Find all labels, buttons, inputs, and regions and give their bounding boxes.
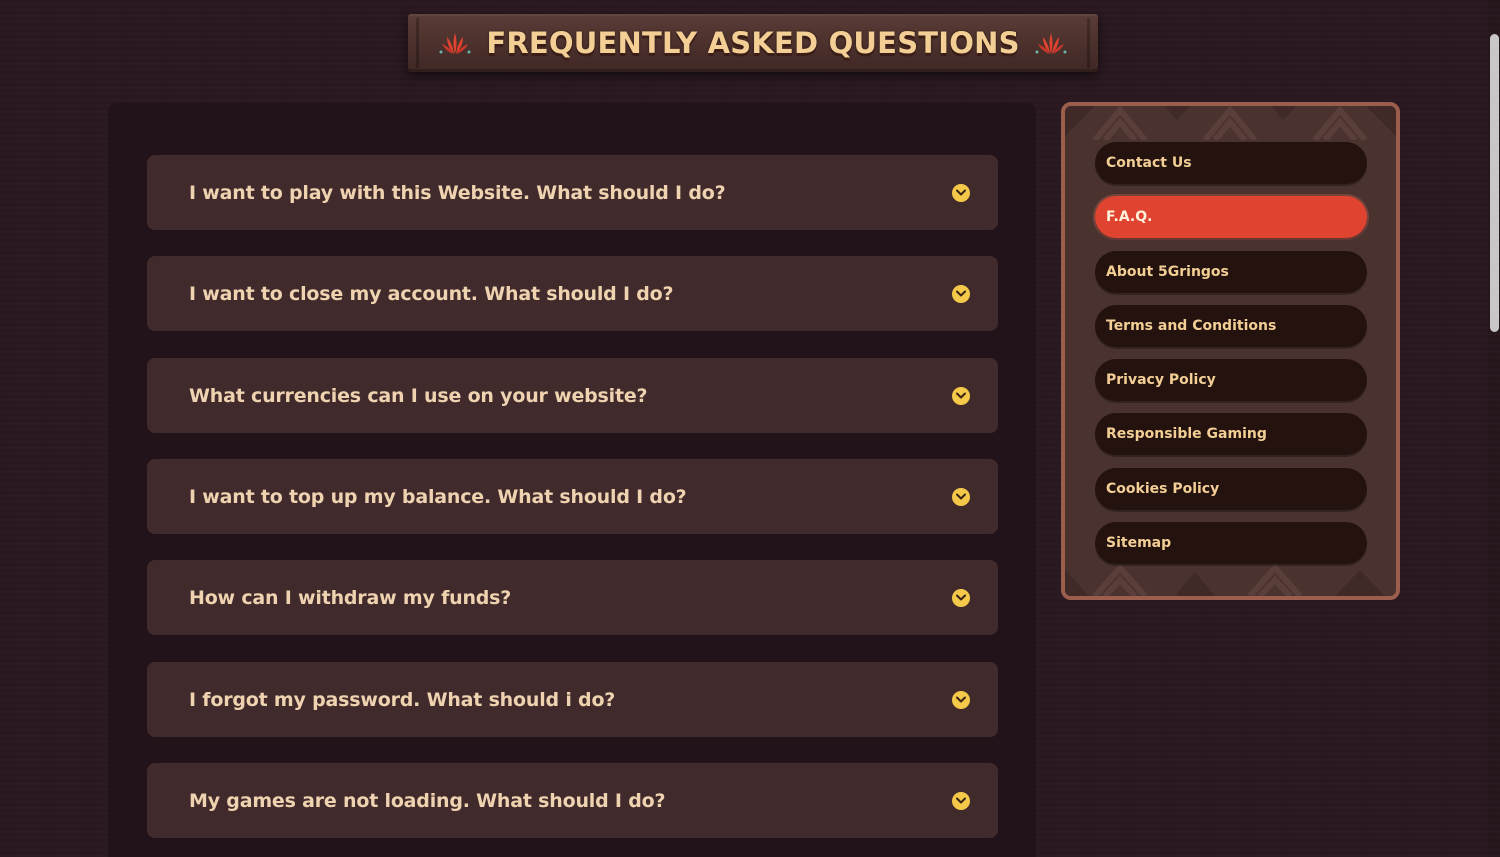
sidebar-item-label: Terms and Conditions: [1106, 317, 1277, 334]
sidebar-item-label: Contact Us: [1106, 155, 1192, 171]
sidebar-item-label: Cookies Policy: [1106, 480, 1220, 497]
sidebar-item-label: Sitemap: [1106, 535, 1172, 552]
faq-question: I forgot my password. What should i do?: [189, 688, 616, 711]
sidebar-item-label: Responsible Gaming: [1106, 426, 1267, 443]
chevron-down-icon[interactable]: [952, 386, 970, 405]
sidebar-item-label: F.A.Q.: [1106, 209, 1153, 226]
chevron-down-icon[interactable]: [952, 791, 970, 810]
faq-question: What currencies can I use on your websit…: [189, 384, 648, 407]
faq-item[interactable]: I forgot my password. What should i do?: [147, 662, 998, 737]
sidebar-item-contact-us[interactable]: Contact Us: [1095, 142, 1367, 184]
faq-item[interactable]: I want to play with this Website. What s…: [147, 155, 998, 230]
faq-question: I want to play with this Website. What s…: [189, 181, 726, 204]
chevron-down-icon[interactable]: [952, 690, 970, 709]
page-header-banner: FREQUENTLY ASKED QUESTIONS: [408, 14, 1098, 72]
page-scrollbar[interactable]: [1488, 0, 1500, 857]
page-title: FREQUENTLY ASKED QUESTIONS: [486, 26, 1020, 60]
sidebar-pattern-top: [1065, 106, 1396, 140]
sidebar-item-privacy[interactable]: Privacy Policy: [1095, 359, 1367, 402]
sidebar-nav: Contact Us F.A.Q. About 5Gringos Terms a…: [1095, 142, 1367, 576]
chevron-down-icon[interactable]: [952, 487, 970, 506]
sidebar-item-about[interactable]: About 5Gringos: [1095, 250, 1367, 293]
sidebar-item-terms[interactable]: Terms and Conditions: [1095, 304, 1367, 347]
chevron-down-icon[interactable]: [952, 183, 970, 202]
faq-item[interactable]: I want to top up my balance. What should…: [147, 459, 998, 534]
faq-item[interactable]: My games are not loading. What should I …: [147, 763, 998, 838]
faq-question: My games are not loading. What should I …: [189, 789, 666, 812]
faq-item[interactable]: How can I withdraw my funds?: [147, 560, 998, 635]
sidebar-item-responsible-gaming[interactable]: Responsible Gaming: [1095, 413, 1367, 456]
chevron-down-icon[interactable]: [952, 588, 970, 607]
faq-item[interactable]: What currencies can I use on your websit…: [147, 358, 998, 433]
faq-question: I want to close my account. What should …: [189, 282, 674, 305]
sidebar-item-label: Privacy Policy: [1106, 372, 1216, 389]
faq-question: I want to top up my balance. What should…: [189, 485, 687, 508]
sidebar-item-sitemap[interactable]: Sitemap: [1095, 522, 1367, 565]
sidebar-item-cookies[interactable]: Cookies Policy: [1095, 467, 1367, 510]
sidebar-item-faq[interactable]: F.A.Q.: [1095, 196, 1367, 239]
chevron-down-icon[interactable]: [952, 284, 970, 303]
faq-question: How can I withdraw my funds?: [189, 586, 512, 609]
scrollbar-thumb[interactable]: [1490, 34, 1499, 332]
agave-icon: [438, 30, 472, 56]
info-sidebar: Contact Us F.A.Q. About 5Gringos Terms a…: [1061, 102, 1400, 600]
agave-icon: [1034, 30, 1068, 56]
faq-item[interactable]: I want to close my account. What should …: [147, 256, 998, 331]
sidebar-item-label: About 5Gringos: [1106, 263, 1229, 280]
